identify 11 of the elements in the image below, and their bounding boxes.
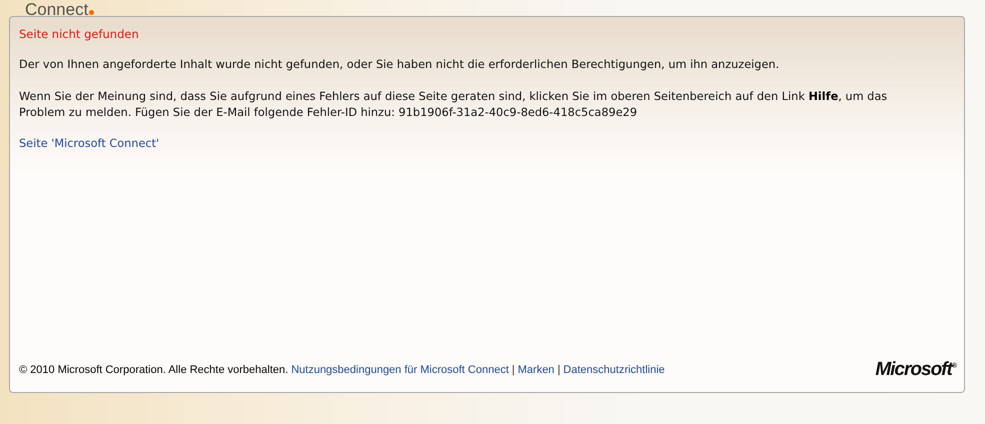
footer-link[interactable]: Nutzungsbedingungen für Microsoft Connect [291,364,509,376]
error-heading: Seite nicht gefunden [19,27,140,41]
footer-link[interactable]: Marken [518,364,554,376]
separator: | [512,364,515,376]
separator: | [557,364,560,376]
footer-link[interactable]: Datenschutzrichtlinie [563,364,665,376]
copyright-text: © 2010 Microsoft Corporation. Alle Rechte vorbehalten. [19,364,288,376]
home-link[interactable]: Seite 'Microsoft Connect' [19,137,160,150]
error-message: Der von Ihnen angeforderte Inhalt wurde nicht gefunden, oder Sie haben nicht die erforderlichen Berechtigungen, um ihn anzuzeigen. [19,57,780,73]
connect-logo: Connect [25,2,94,16]
error-message: Wenn Sie der Meinung sind, dass Sie aufgrund eines Fehlers auf diese Seite geraten sind, klicken Sie im oberen Seitenbereich auf den Link Hilfe, um das Problem zu melden. Fügen Sie der E-Mail folgende Fehler-ID hinzu: 91b1906f-31a2-40c9-8ed6-418c5ca89e29 [19,89,888,121]
